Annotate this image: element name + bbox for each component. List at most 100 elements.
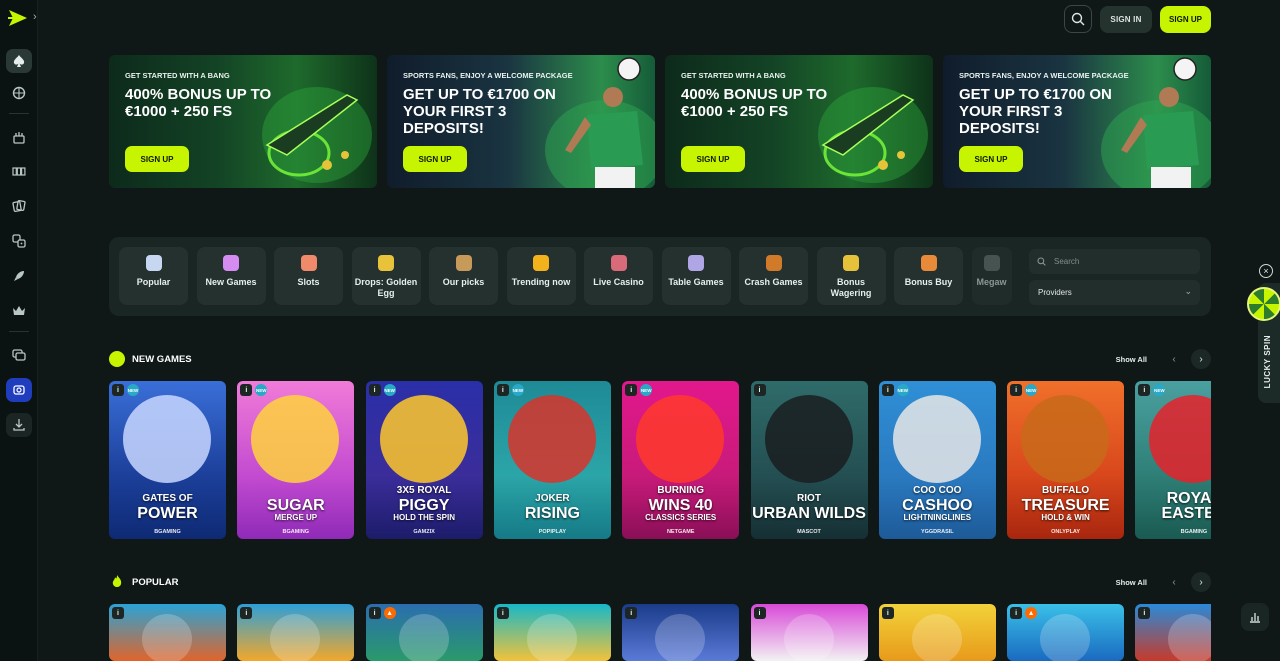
game-tile[interactable]: i <box>237 604 355 661</box>
new-games-header: NEW GAMES Show All ‹ › <box>109 349 1211 369</box>
banner-sign-up-button[interactable]: SIGN UP <box>125 146 189 172</box>
category-slots[interactable]: Slots <box>274 247 343 305</box>
info-icon[interactable]: i <box>112 607 124 619</box>
providers-select[interactable]: Providers ⌄ <box>1029 280 1200 305</box>
info-icon[interactable]: i <box>881 384 894 396</box>
info-icon[interactable]: i <box>1138 607 1151 619</box>
sidebar-item-casino[interactable] <box>6 49 32 73</box>
category-popular[interactable]: Popular <box>119 247 188 305</box>
wheel-icon[interactable] <box>1247 287 1280 321</box>
game-tile[interactable]: i NEW JOKER RISING POPIPLAY <box>493 381 611 539</box>
game-tile[interactable]: i RIOT URBAN WILDS MASCOT <box>750 381 868 539</box>
category-label: Our picks <box>442 277 485 287</box>
category-crash-games[interactable]: Crash Games <box>739 247 808 305</box>
game-title: ROYAL EASTER <box>1135 491 1211 522</box>
category-megaw[interactable]: Megaw <box>971 247 1012 305</box>
category-label: New Games <box>205 277 257 287</box>
scroll-left-button[interactable]: ‹ <box>1164 572 1184 592</box>
category-drops-golden-egg[interactable]: Drops: Golden Egg <box>351 247 421 305</box>
banner-sign-up-button[interactable]: SIGN UP <box>403 146 467 172</box>
category-trending-now[interactable]: Trending now <box>506 247 576 305</box>
brand-logo-icon[interactable] <box>7 8 29 28</box>
sign-in-button[interactable]: SIGN IN <box>1100 6 1152 33</box>
banner-headline: 400% BONUS UP TO €1000 + 250 FS <box>681 86 828 120</box>
category-new-games[interactable]: New Games <box>196 247 266 305</box>
game-tile[interactable]: i NEW BURNING WINS 40 CLASSIC5 SERIES NETGAME <box>622 381 740 539</box>
info-icon[interactable]: i <box>753 607 766 619</box>
sidebar-item-instagram[interactable] <box>6 378 32 402</box>
game-tile[interactable]: i NEW COO COO CASHOO LIGHTNINGLINES YGGDRASIL <box>878 381 996 539</box>
search-button[interactable] <box>1064 5 1092 33</box>
category-label: Crash Games <box>744 277 803 287</box>
info-icon[interactable]: i <box>625 607 638 619</box>
sign-up-button[interactable]: SIGN UP <box>1160 6 1211 33</box>
promo-banner[interactable]: SPORTS FANS, ENJOY A WELCOME PACKAGE GET… <box>387 55 655 188</box>
info-icon[interactable]: i <box>496 607 509 619</box>
game-tile[interactable]: i ▲ <box>365 604 483 661</box>
sidebar-item-support[interactable] <box>6 343 32 367</box>
game-tile[interactable]: i NEW GATES OF POWER BGAMING <box>109 381 226 539</box>
category-bonus-wagering[interactable]: Bonus Wagering <box>816 247 886 305</box>
sidebar-item-sports[interactable] <box>6 81 32 105</box>
info-icon[interactable]: i <box>496 384 509 396</box>
info-icon[interactable]: i <box>1010 384 1023 396</box>
stats-button[interactable] <box>1241 603 1269 631</box>
info-icon[interactable]: i <box>240 607 253 619</box>
sidebar-item-promotions[interactable] <box>6 125 32 149</box>
sidebar-divider <box>9 331 29 332</box>
close-icon[interactable]: × <box>1259 264 1273 278</box>
scroll-left-button[interactable]: ‹ <box>1164 349 1184 369</box>
category-table-games[interactable]: Table Games <box>661 247 731 305</box>
game-tile[interactable]: iNEW ROYAL EASTER BGAMING <box>1135 381 1211 539</box>
category-label: Live Casino <box>593 277 644 287</box>
info-icon[interactable]: i <box>112 384 124 396</box>
sidebar-item-slots[interactable] <box>6 159 32 183</box>
game-tile[interactable]: i <box>622 604 740 661</box>
category-live-casino[interactable]: Live Casino <box>584 247 653 305</box>
category-label: Trending now <box>511 277 571 287</box>
info-icon[interactable]: i <box>1010 607 1023 619</box>
info-icon[interactable]: i <box>368 384 381 396</box>
game-tile[interactable]: i <box>109 604 226 661</box>
category-bar: Popular New Games Slots Drops: Golden Egg Ou… <box>109 237 1211 316</box>
info-icon[interactable]: i <box>240 384 253 396</box>
sidebar-item-vip[interactable] <box>6 299 32 323</box>
info-icon[interactable]: i <box>753 384 766 396</box>
info-icon[interactable]: i <box>881 607 894 619</box>
sidebar-item-table-games[interactable] <box>6 194 32 218</box>
game-provider: YGGDRASIL <box>920 529 954 535</box>
promo-banner[interactable]: SPORTS FANS, ENJOY A WELCOME PACKAGE GET… <box>943 55 1211 188</box>
promo-banner[interactable]: GET STARTED WITH A BANG 400% BONUS UP TO… <box>665 55 933 188</box>
game-tile[interactable]: i <box>750 604 868 661</box>
scroll-right-button[interactable]: › <box>1191 572 1211 592</box>
info-icon[interactable]: i <box>625 384 638 396</box>
game-provider: MASCOT <box>797 529 821 535</box>
sidebar-item-live-casino[interactable] <box>6 229 32 253</box>
game-tile[interactable]: i NEW SUGAR MERGE UP BGAMING <box>237 381 355 539</box>
game-art <box>379 395 468 483</box>
show-all-link[interactable]: Show All <box>1116 578 1147 587</box>
banner-sign-up-button[interactable]: SIGN UP <box>959 146 1023 172</box>
sidebar-item-download[interactable] <box>6 413 32 437</box>
info-icon[interactable]: i <box>1138 384 1151 396</box>
game-art <box>655 614 706 661</box>
category-label: Megaw <box>976 277 1007 287</box>
search-input[interactable]: Search <box>1029 249 1200 274</box>
game-tile[interactable]: i <box>1135 604 1211 661</box>
game-tile[interactable]: i <box>878 604 996 661</box>
game-tile[interactable]: i <box>493 604 611 661</box>
sidebar-expand-icon[interactable]: › <box>33 11 37 23</box>
sidebar-item-crash-games[interactable] <box>6 264 32 288</box>
promo-banner[interactable]: GET STARTED WITH A BANG 400% BONUS UP TO… <box>109 55 377 188</box>
banner-sign-up-button[interactable]: SIGN UP <box>681 146 745 172</box>
category-our-picks[interactable]: Our picks <box>429 247 498 305</box>
scroll-right-button[interactable]: › <box>1191 349 1211 369</box>
game-tile[interactable]: i ▲ <box>1007 604 1125 661</box>
game-provider: NETGAME <box>666 529 695 535</box>
game-title: RIOT URBAN WILDS <box>751 491 868 522</box>
game-tile[interactable]: i NEW 3X5 ROYAL PIGGY HOLD THE SPIN GAMZIX <box>365 381 483 539</box>
show-all-link[interactable]: Show All <box>1116 355 1147 364</box>
info-icon[interactable]: i <box>368 607 381 619</box>
category-bonus-buy[interactable]: Bonus Buy <box>894 247 963 305</box>
game-tile[interactable]: i NEW BUFFALO TREASURE HOLD & WIN ONLYPLAY <box>1007 381 1125 539</box>
